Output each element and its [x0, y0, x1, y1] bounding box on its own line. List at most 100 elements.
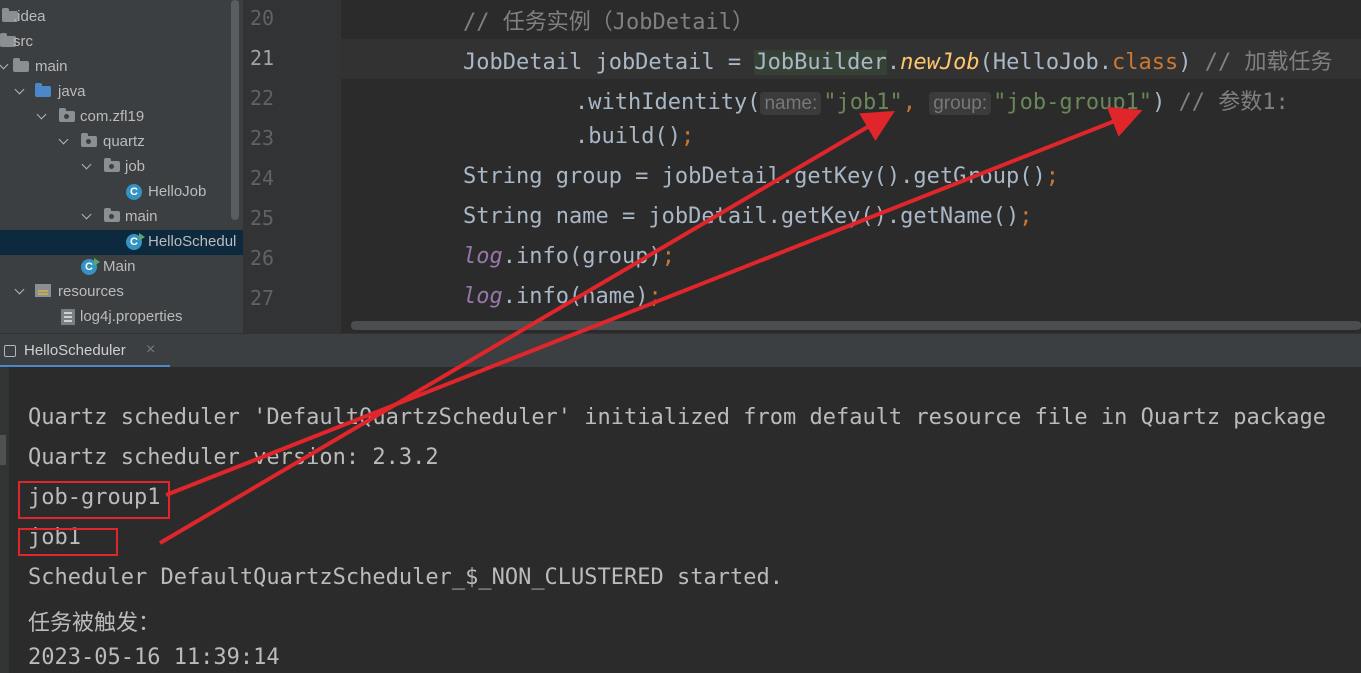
source-folder-icon	[35, 83, 51, 97]
tree-item-label: quartz	[103, 133, 145, 150]
code-semicolon: ;	[680, 124, 695, 149]
chevron-down-icon[interactable]	[36, 110, 48, 122]
tree-item-job[interactable]: job	[0, 155, 243, 180]
console-line: Quartz scheduler 'DefaultQuartzScheduler…	[28, 405, 1327, 430]
runnable-class-icon: C	[81, 258, 100, 275]
java-class-icon: C	[126, 184, 142, 200]
line-number: 24	[250, 166, 275, 190]
line-number: 21	[250, 46, 275, 70]
chevron-down-icon[interactable]	[0, 60, 10, 72]
code-text: (HelloJob.	[979, 50, 1113, 75]
tree-item-java[interactable]: java	[0, 80, 243, 105]
tree-item-src[interactable]: src	[0, 30, 243, 55]
tree-item-label: Main	[103, 258, 136, 275]
code-line-20[interactable]: // 任务实例（JobDetail）	[463, 4, 754, 36]
parameter-hint: group:	[929, 92, 992, 115]
tree-item-label: java	[58, 83, 86, 100]
code-method: newJob	[900, 50, 980, 75]
code-comment: // 参数1:	[1178, 90, 1289, 115]
run-config-icon	[4, 345, 16, 357]
chevron-down-icon[interactable]	[14, 285, 26, 297]
code-line-23[interactable]: .build();	[575, 124, 694, 149]
code-line-25[interactable]: String name = jobDetail.getKey().getName…	[463, 204, 1033, 229]
console-line: Scheduler DefaultQuartzScheduler_$_NON_C…	[28, 565, 783, 590]
code-text: .	[886, 50, 901, 75]
resources-folder-icon	[35, 284, 51, 297]
code-text: )	[1152, 90, 1179, 115]
tree-item-helloscheduler[interactable]: C HelloSchedul	[0, 230, 243, 255]
line-number: 22	[250, 86, 275, 110]
tree-item-label: main	[35, 58, 68, 75]
console-line: 2023-05-16 11:39:14	[28, 645, 280, 670]
code-line-24[interactable]: String group = jobDetail.getKey().getGro…	[463, 164, 1059, 189]
tree-item-main-class[interactable]: C Main	[0, 255, 243, 280]
line-number: 23	[250, 126, 275, 150]
tree-item-label: HelloJob	[148, 183, 207, 200]
project-tree: .idea src main java com.zfl19 quartz job…	[0, 0, 243, 333]
package-icon	[81, 133, 97, 147]
tree-item-log4j-properties[interactable]: log4j.properties	[0, 305, 243, 330]
code-semicolon: ;	[661, 244, 675, 269]
tree-item-label: log4j.properties	[80, 308, 183, 325]
tree-item-hellojob[interactable]: C HelloJob	[0, 180, 243, 205]
code-text: .info(group)	[502, 244, 662, 269]
tab-helloscheduler[interactable]: HelloScheduler ×	[0, 334, 170, 368]
editor-horizontal-scrollbar[interactable]	[351, 321, 1361, 330]
console-marker	[0, 435, 6, 465]
tree-item-label: com.zfl19	[80, 108, 145, 125]
code-field: log	[463, 244, 503, 269]
line-number: 25	[250, 206, 275, 230]
tree-item-quartz[interactable]: quartz	[0, 130, 243, 155]
code-semicolon: ;	[1019, 204, 1033, 229]
tree-item-main-package[interactable]: main	[0, 205, 243, 230]
tab-label: HelloScheduler	[24, 342, 126, 359]
code-line-26[interactable]: log.info(group);	[463, 244, 675, 269]
code-text: String group = jobDetail.getKey().getGro…	[463, 164, 1046, 189]
tree-item-label: src	[13, 33, 33, 50]
tree-item-label: .idea	[13, 8, 46, 25]
code-semicolon: ;	[1045, 164, 1060, 189]
code-line-21[interactable]: JobDetail jobDetail = JobBuilder.newJob(…	[463, 44, 1333, 76]
tree-item-resources[interactable]: resources	[0, 280, 243, 305]
properties-file-icon	[61, 309, 75, 325]
tree-item-main[interactable]: main	[0, 55, 243, 80]
code-text: JobDetail jobDetail =	[463, 50, 755, 75]
code-line-27[interactable]: log.info(name);	[463, 284, 662, 309]
chevron-down-icon[interactable]	[14, 85, 26, 97]
code-string: "job-group1"	[993, 90, 1153, 115]
annotation-box-name	[18, 528, 118, 556]
code-keyword: class	[1112, 50, 1179, 75]
run-tool-window-header: HelloScheduler ×	[0, 333, 1361, 368]
package-icon	[104, 158, 120, 172]
code-text: .info(name)	[502, 284, 649, 309]
code-comment: // 任务实例（JobDetail）	[463, 10, 754, 35]
code-text: )	[1178, 50, 1205, 75]
tree-scrollbar[interactable]	[231, 0, 239, 220]
code-text: .build()	[575, 124, 681, 149]
code-string: "job1"	[823, 90, 903, 115]
tree-item-label: resources	[58, 283, 124, 300]
code-field: log	[463, 284, 503, 309]
console-line: Quartz scheduler version: 2.3.2	[28, 445, 439, 470]
parameter-hint: name:	[760, 92, 822, 115]
folder-icon	[13, 58, 29, 72]
tree-item-label: HelloSchedul	[148, 233, 237, 250]
line-number: 26	[250, 246, 275, 270]
tree-item-idea[interactable]: .idea	[0, 5, 243, 30]
code-line-22[interactable]: .withIdentity(name: "job1", group: "job-gr…	[575, 84, 1289, 116]
code-highlight: JobBuilder	[754, 50, 887, 75]
console-gutter	[0, 367, 9, 673]
console-line: 任务被触发：	[28, 611, 161, 636]
code-text: .withIdentity(	[575, 90, 761, 115]
chevron-down-icon[interactable]	[81, 160, 93, 172]
tree-item-label: job	[125, 158, 146, 175]
close-icon[interactable]: ×	[146, 341, 155, 359]
tree-item-label: main	[125, 208, 158, 225]
chevron-down-icon[interactable]	[58, 135, 70, 147]
code-comment: // 加载任务	[1204, 50, 1333, 75]
chevron-down-icon[interactable]	[81, 210, 93, 222]
tree-item-com-zfl19[interactable]: com.zfl19	[0, 105, 243, 130]
line-number: 20	[250, 6, 275, 30]
annotation-box-group	[18, 481, 170, 519]
code-text: String name = jobDetail.getKey().getName…	[463, 204, 1020, 229]
